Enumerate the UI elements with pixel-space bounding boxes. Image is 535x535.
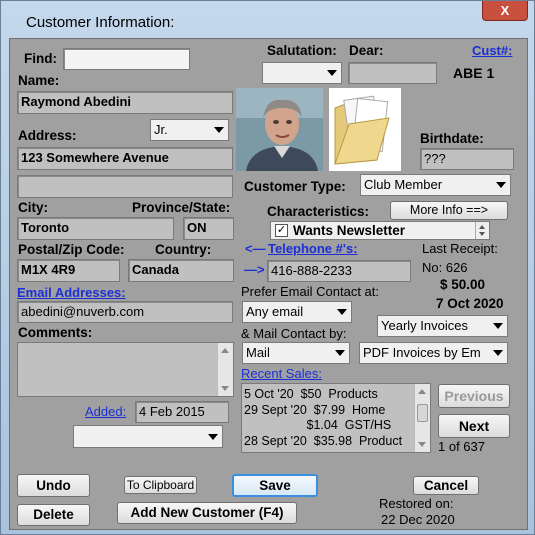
customer-type-label: Customer Type:	[244, 179, 346, 194]
telephone-input[interactable]: 416-888-2233	[267, 260, 411, 282]
close-button[interactable]: X	[482, 1, 528, 21]
scroll-up-icon	[418, 389, 426, 394]
comments-label: Comments:	[18, 325, 93, 340]
suffix-dropdown[interactable]: Jr.	[150, 119, 229, 141]
characteristics-spinner[interactable]	[475, 222, 489, 239]
title-bar: Customer Information: X	[1, 1, 535, 35]
recent-sale-line[interactable]: 28 Sept '20 $35.98 Product	[244, 434, 430, 450]
invoice-frequency-value: Yearly Invoices	[381, 318, 468, 333]
save-button[interactable]: Save	[232, 474, 318, 497]
province-input[interactable]: ON	[183, 217, 234, 240]
recent-sales-list[interactable]: 5 Oct '20 $50 Products 29 Sept '20 $7.99…	[241, 383, 431, 453]
more-info-button[interactable]: More Info ==>	[390, 201, 508, 220]
previous-phone-arrow[interactable]: <—	[245, 241, 266, 256]
spin-up-icon	[479, 225, 485, 229]
undo-button[interactable]: Undo	[17, 474, 90, 497]
added-dropdown[interactable]	[73, 425, 223, 448]
added-date: 4 Feb 2015	[135, 401, 229, 423]
add-new-customer-button[interactable]: Add New Customer (F4)	[117, 502, 297, 524]
customer-type-value: Club Member	[364, 177, 443, 192]
last-receipt-amount: $ 50.00	[440, 277, 486, 292]
email-contact-label: Prefer Email Contact at:	[241, 284, 379, 299]
city-input[interactable]: Toronto	[17, 217, 174, 240]
folder-icon[interactable]	[329, 88, 401, 171]
country-label: Country:	[155, 242, 212, 257]
postal-label: Postal/Zip Code:	[18, 242, 125, 257]
customer-type-dropdown[interactable]: Club Member	[360, 174, 511, 196]
salutation-dropdown[interactable]	[262, 62, 342, 84]
country-input[interactable]: Canada	[128, 259, 234, 282]
delete-button[interactable]: Delete	[17, 504, 90, 526]
recent-sales-link[interactable]: Recent Sales:	[241, 366, 322, 381]
email-contact-value: Any email	[246, 304, 304, 319]
chevron-down-icon	[335, 350, 345, 356]
recent-sale-line[interactable]: 5 Oct '20 $50 Products	[244, 387, 430, 403]
scroll-up-icon	[221, 348, 229, 353]
find-label: Find:	[24, 51, 57, 66]
window-title: Customer Information:	[26, 14, 175, 31]
mail-contact-label: & Mail Contact by:	[241, 326, 347, 341]
comments-textarea[interactable]	[17, 342, 234, 397]
next-phone-arrow[interactable]: —>	[244, 262, 265, 277]
chevron-down-icon	[493, 350, 503, 356]
chevron-down-icon	[208, 433, 218, 440]
last-receipt-label: Last Receipt:	[422, 241, 498, 256]
next-button[interactable]: Next	[438, 414, 510, 438]
recent-sales-scrollbar[interactable]	[414, 384, 430, 452]
recent-sale-line[interactable]: $1.04 GST/HS	[244, 418, 430, 434]
cust-number-link[interactable]: Cust#:	[472, 43, 512, 58]
email-addresses-link[interactable]: Email Addresses:	[17, 285, 126, 300]
cust-number-value: ABE 1	[453, 65, 495, 81]
last-receipt-number: No: 626	[422, 260, 468, 275]
find-input[interactable]	[63, 48, 190, 70]
address-label: Address:	[18, 128, 77, 143]
city-label: City:	[18, 200, 48, 215]
chevron-down-icon	[337, 309, 347, 315]
characteristics-label: Characteristics:	[267, 204, 370, 219]
invoice-format-dropdown[interactable]: PDF Invoices by Em	[359, 342, 508, 364]
to-clipboard-button[interactable]: To Clipboard	[124, 476, 197, 494]
characteristics-list[interactable]: ✓ Wants Newsletter	[270, 221, 490, 240]
record-position: 1 of 637	[438, 439, 485, 454]
province-label: Province/State:	[132, 200, 231, 215]
birthdate-label: Birthdate:	[420, 131, 484, 146]
dear-input[interactable]	[348, 62, 437, 84]
newsletter-checkbox[interactable]: ✓	[275, 224, 288, 237]
scroll-down-icon	[418, 442, 426, 447]
customer-photo	[236, 88, 323, 171]
recent-sale-line[interactable]: 29 Sept '20 $7.99 Home	[244, 403, 430, 419]
postal-input[interactable]: M1X 4R9	[17, 259, 120, 282]
suffix-value: Jr.	[154, 122, 168, 137]
scroll-down-icon	[221, 386, 229, 391]
chevron-down-icon	[496, 182, 506, 188]
comments-scrollbar[interactable]	[217, 343, 233, 396]
invoice-frequency-dropdown[interactable]: Yearly Invoices	[377, 315, 508, 337]
dear-label: Dear:	[349, 43, 384, 58]
restored-date: 22 Dec 2020	[381, 512, 455, 527]
previous-button[interactable]: Previous	[438, 384, 510, 408]
scroll-thumb[interactable]	[417, 404, 428, 422]
email-contact-dropdown[interactable]: Any email	[242, 301, 352, 323]
address-line2-input[interactable]	[17, 175, 233, 198]
restored-label: Restored on:	[379, 496, 454, 511]
name-label: Name:	[18, 73, 60, 88]
chevron-down-icon	[327, 70, 337, 76]
name-input[interactable]: Raymond Abedini	[17, 91, 233, 114]
chevron-down-icon	[214, 127, 224, 133]
spin-down-icon	[479, 232, 485, 236]
telephone-link[interactable]: Telephone #'s:	[268, 241, 358, 256]
wants-newsletter-label: Wants Newsletter	[293, 223, 406, 238]
birthdate-input[interactable]: ???	[420, 148, 514, 170]
email-input[interactable]: abedini@nuverb.com	[17, 301, 233, 323]
invoice-format-value: PDF Invoices by Em	[363, 345, 481, 360]
chevron-down-icon	[493, 323, 503, 329]
last-receipt-date: 7 Oct 2020	[436, 296, 504, 311]
salutation-label: Salutation:	[267, 43, 337, 58]
mail-contact-dropdown[interactable]: Mail	[242, 342, 350, 364]
cancel-button[interactable]: Cancel	[413, 476, 479, 495]
address-line1-input[interactable]: 123 Somewhere Avenue	[17, 147, 233, 170]
added-link[interactable]: Added:	[85, 404, 126, 419]
mail-contact-value: Mail	[246, 345, 270, 360]
